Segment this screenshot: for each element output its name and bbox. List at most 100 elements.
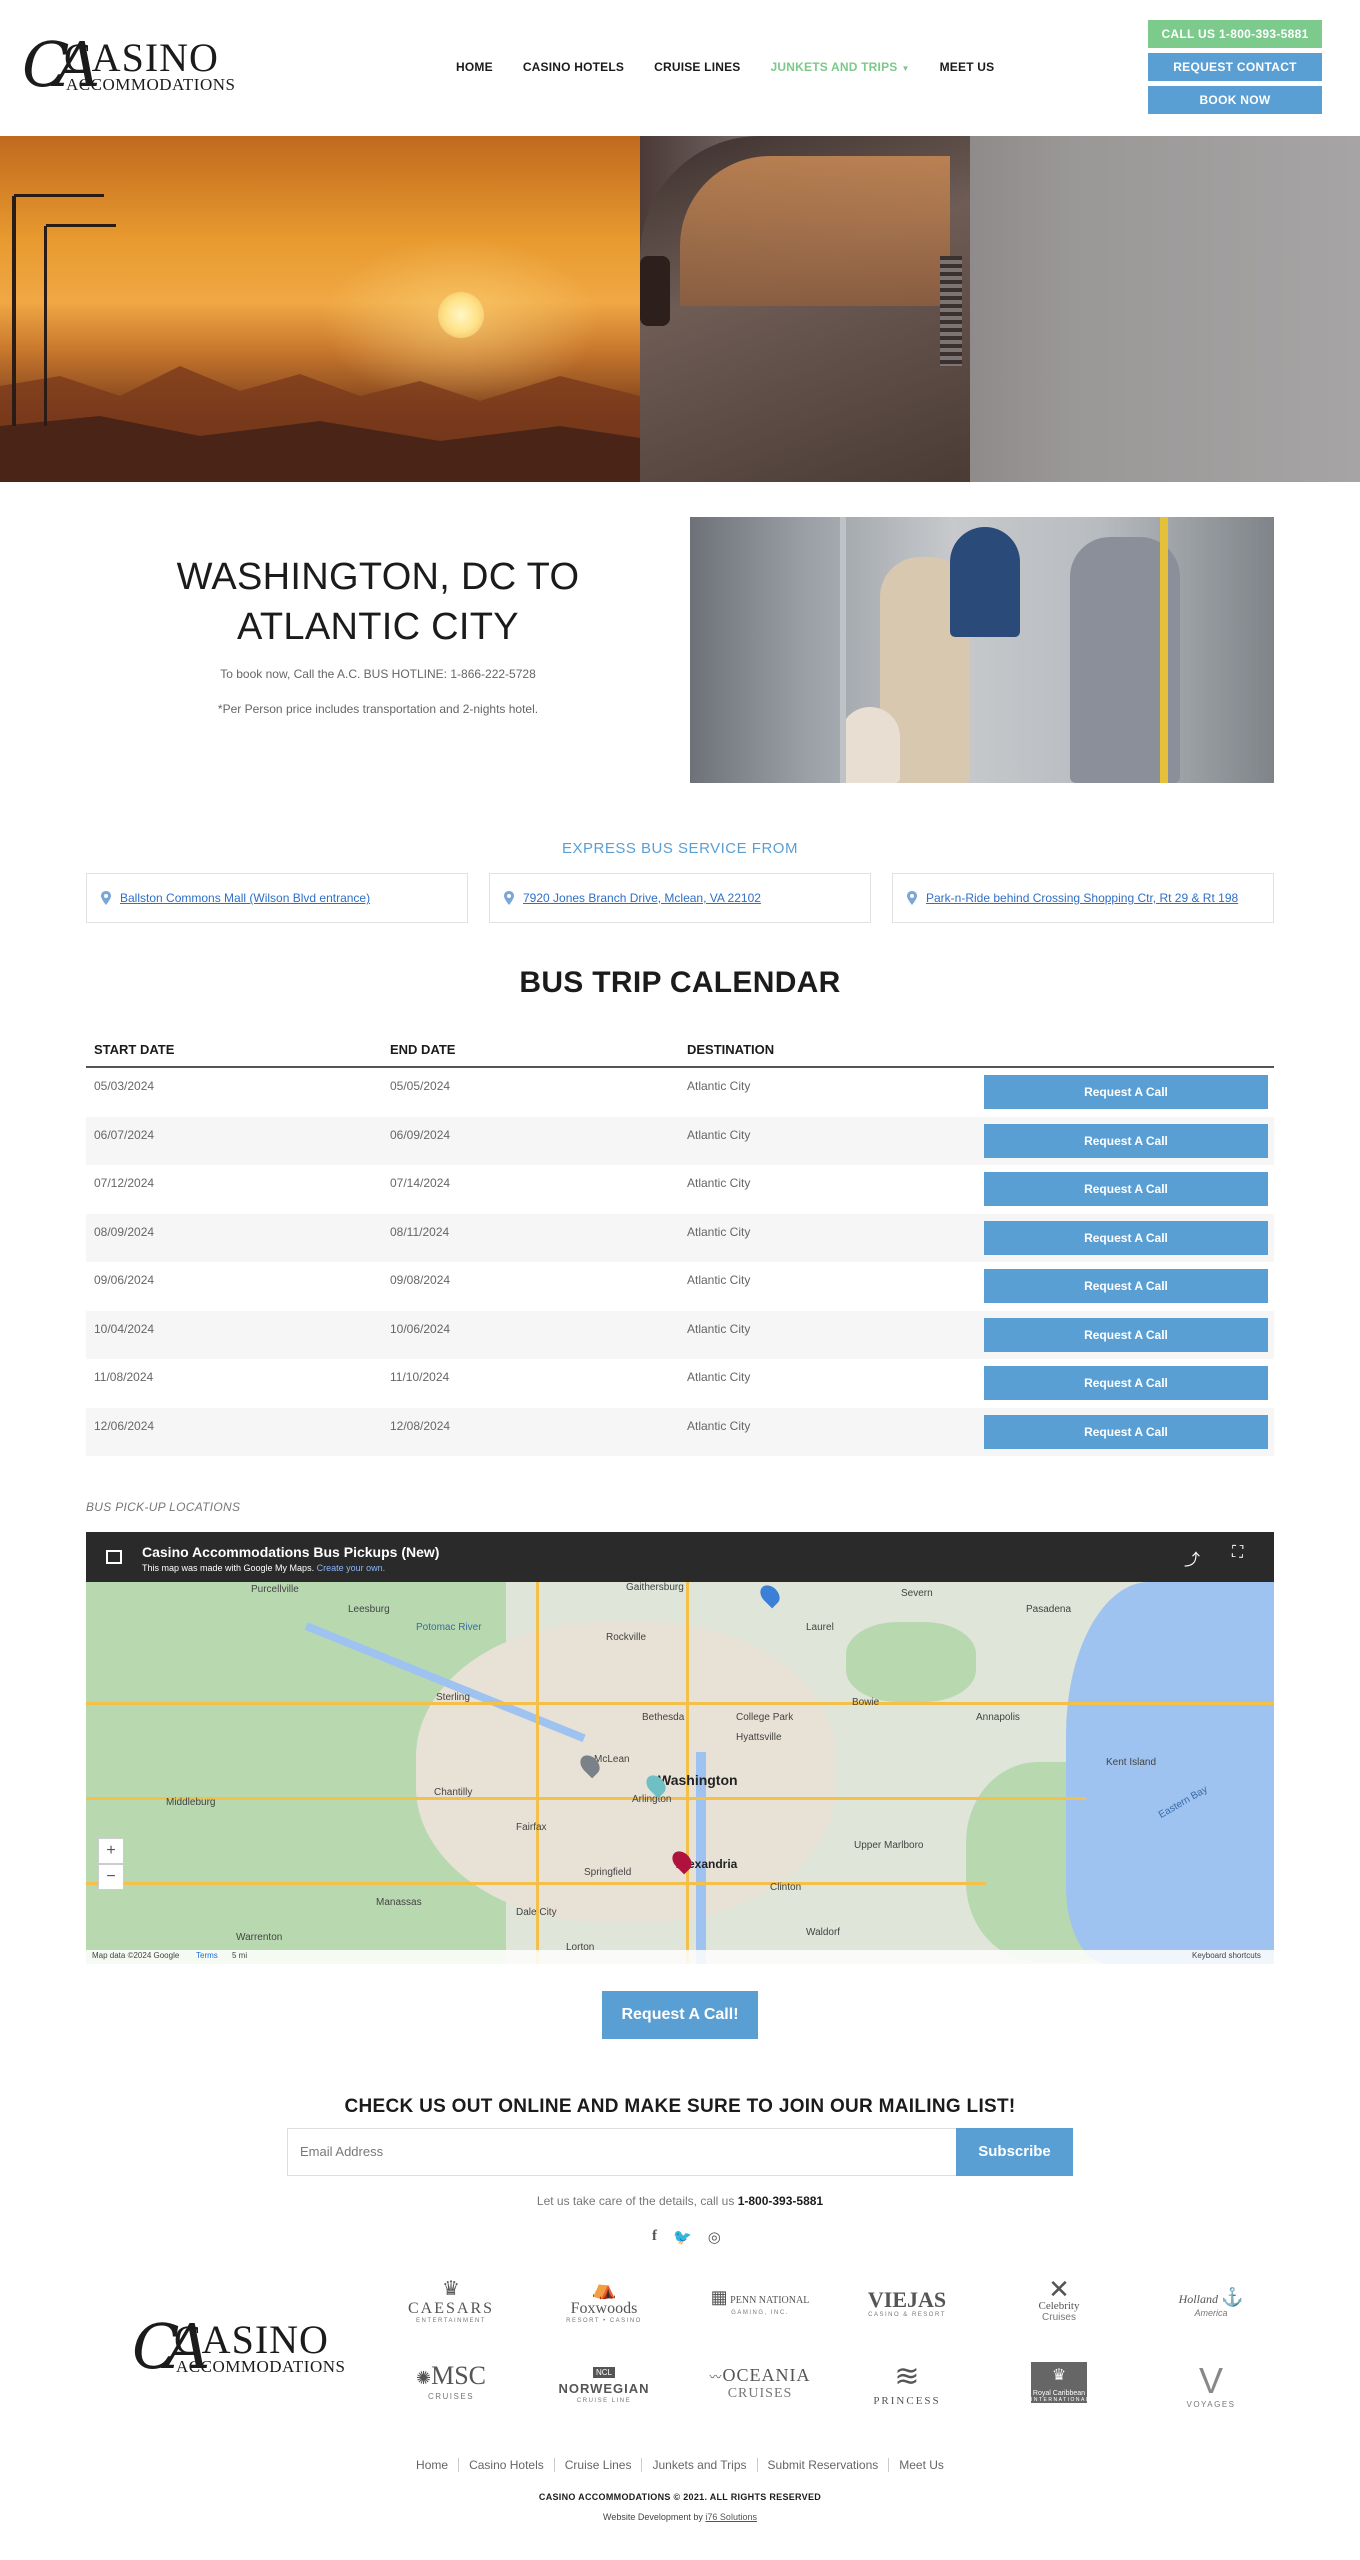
- bus-mirror: [640, 256, 670, 326]
- partner-name: Royal Caribbean: [1031, 2390, 1087, 2397]
- footer-link-submit-reservations[interactable]: Submit Reservations: [757, 2458, 890, 2472]
- map-place-label: Washington: [658, 1772, 738, 1788]
- partner-logo-caesars[interactable]: ♛ CAESARS ENTERTAINMENT: [396, 2278, 506, 2334]
- zoom-out-button[interactable]: −: [98, 1864, 124, 1890]
- copyright: CASINO ACCOMMODATIONS © 2021. ALL RIGHTS…: [538, 2492, 822, 2502]
- book-now-button[interactable]: BOOK NOW: [1148, 86, 1322, 114]
- main-nav: HOME CASINO HOTELS CRUISE LINES JUNKETS …: [456, 60, 1024, 74]
- partner-logo-virgin-voyages[interactable]: V VOYAGES: [1156, 2362, 1266, 2418]
- request-a-call-button[interactable]: Request A Call: [984, 1269, 1268, 1303]
- partner-logo-princess[interactable]: ≋ PRINCESS: [852, 2362, 962, 2418]
- map-legend-toggle-icon[interactable]: [106, 1550, 122, 1564]
- footer-link-home[interactable]: Home: [406, 2458, 460, 2472]
- table-row: 06/07/2024 06/09/2024 Atlantic City Requ…: [86, 1116, 1274, 1165]
- map-terms-link[interactable]: Terms: [196, 1951, 218, 1960]
- developer-credit: Website Development by i76 Solutions: [0, 2512, 1360, 2522]
- request-a-call-button[interactable]: Request A Call: [984, 1172, 1268, 1206]
- request-a-call-button[interactable]: Request A Call: [984, 1414, 1268, 1449]
- partner-logo-penn-national[interactable]: ▦ PENN NATIONAL GAMING, INC.: [700, 2288, 820, 2344]
- footer-link-casino-hotels[interactable]: Casino Hotels: [459, 2458, 555, 2472]
- partner-name: Celebrity: [1038, 2300, 1080, 2312]
- request-a-call-button[interactable]: Request A Call: [984, 1075, 1268, 1109]
- map-place-label: Annapolis: [976, 1712, 1020, 1723]
- start-date-cell: 07/12/2024: [94, 1176, 155, 1190]
- share-icon[interactable]: ⤴: [1184, 1546, 1200, 1570]
- partner-logo-celebrity[interactable]: ✕ Celebrity Cruises: [1004, 2274, 1114, 2334]
- embedded-google-map[interactable]: Casino Accommodations Bus Pickups (New) …: [86, 1532, 1274, 1964]
- footer-link-meet-us[interactable]: Meet Us: [889, 2458, 954, 2472]
- end-date-cell: 05/05/2024: [390, 1079, 451, 1093]
- request-a-call-cta-button[interactable]: Request A Call!: [602, 1991, 758, 2039]
- map-place-label: Sterling: [436, 1692, 470, 1703]
- nav-home[interactable]: HOME: [456, 60, 493, 74]
- hero-image: [0, 136, 1360, 482]
- foxwoods-icon: ⛺: [591, 2278, 617, 2300]
- mailing-phone[interactable]: 1-800-393-5881: [738, 2194, 823, 2208]
- partner-logo-foxwoods[interactable]: ⛺ Foxwoods RESORT • CASINO: [549, 2278, 659, 2334]
- logo-accommodations: ACCOMMODATIONS: [66, 75, 236, 94]
- partner-logo-norwegian[interactable]: NCL NORWEGIAN CRUISE LINE: [549, 2362, 659, 2418]
- partner-name: PRINCESS: [873, 2395, 941, 2407]
- site-logo[interactable]: CA CASINO ACCOMMODATIONS: [22, 34, 235, 98]
- partner-subname: INTERNATIONAL: [1031, 2397, 1091, 2403]
- chesapeake-bay: [1066, 1582, 1274, 1964]
- fullscreen-icon[interactable]: ⛶: [1232, 1544, 1243, 1562]
- end-date-cell: 06/09/2024: [390, 1127, 451, 1142]
- partner-logo-oceania[interactable]: 〰OCEANIA CRUISES: [700, 2366, 820, 2422]
- map-place-label: Waldorf: [806, 1927, 841, 1938]
- footer-link-junkets-and-trips[interactable]: Junkets and Trips: [642, 2458, 758, 2472]
- map-canvas[interactable]: Gaithersburg Leesburg Purcellville Potom…: [86, 1581, 1274, 1964]
- pickup-location-link[interactable]: Ballston Commons Mall (Wilson Blvd entra…: [120, 891, 370, 905]
- nav-junkets-and-trips[interactable]: JUNKETS AND TRIPS ▼: [771, 60, 910, 74]
- request-contact-button[interactable]: REQUEST CONTACT: [1148, 53, 1322, 81]
- map-place-label: Kent Island: [1106, 1757, 1157, 1768]
- facebook-icon[interactable]: f: [652, 2228, 657, 2246]
- street-lamp: [12, 196, 16, 426]
- request-a-call-button[interactable]: Request A Call: [984, 1317, 1268, 1352]
- footer-link-cruise-lines[interactable]: Cruise Lines: [554, 2458, 643, 2472]
- partner-logo-holland-america[interactable]: Holland ⚓ America: [1156, 2288, 1266, 2344]
- holland-icon: ⚓: [1220, 2287, 1244, 2307]
- pickup-location-link[interactable]: 7920 Jones Branch Drive, Mclean, VA 2210…: [523, 891, 761, 905]
- call-us-button[interactable]: CALL US 1-800-393-5881: [1148, 20, 1322, 48]
- partner-subname: CRUISES: [727, 2386, 793, 2401]
- nav-casino-hotels[interactable]: CASINO HOTELS: [523, 60, 624, 74]
- partner-name: VIEJAS: [867, 2287, 947, 2312]
- bus-pickup-marker[interactable]: [756, 1581, 784, 1609]
- partner-logo-royal-caribbean[interactable]: ♛ Royal Caribbean INTERNATIONAL: [1004, 2362, 1114, 2418]
- end-date-cell: 11/10/2024: [390, 1370, 450, 1384]
- create-map-link[interactable]: Create your own.: [317, 1563, 386, 1573]
- table-row: 09/06/2024 09/08/2024 Atlantic City Requ…: [86, 1262, 1274, 1311]
- email-input[interactable]: Email Address: [287, 2128, 957, 2176]
- map-pin-icon: [907, 891, 917, 905]
- instagram-icon[interactable]: ◎: [708, 2228, 721, 2246]
- map-zoom-controls: + −: [98, 1838, 124, 1890]
- subscribe-button[interactable]: Subscribe: [956, 2128, 1073, 2176]
- request-a-call-button[interactable]: Request A Call: [984, 1366, 1268, 1400]
- keyboard-shortcuts-link[interactable]: Keyboard shortcuts: [1192, 1951, 1261, 1960]
- start-date-cell: 10/04/2024: [94, 1321, 155, 1336]
- zoom-in-button[interactable]: +: [98, 1838, 124, 1864]
- pickup-location-link[interactable]: Park-n-Ride behind Crossing Shopping Ctr…: [926, 891, 1238, 905]
- request-a-call-button[interactable]: Request A Call: [984, 1220, 1268, 1255]
- table-row: 11/08/2024 11/10/2024 Atlantic City Requ…: [86, 1359, 1274, 1408]
- street-lamp-arm: [14, 194, 104, 197]
- nav-meet-us[interactable]: MEET US: [940, 60, 995, 74]
- express-heading: EXPRESS BUS SERVICE FROM: [562, 840, 798, 857]
- footer-logo[interactable]: CA CASINO ACCOMMODATIONS: [132, 2316, 345, 2380]
- twitter-icon[interactable]: 🐦: [673, 2228, 692, 2246]
- nav-cruise-lines[interactable]: CRUISE LINES: [654, 60, 740, 74]
- map-place-label: Manassas: [376, 1897, 422, 1908]
- partner-logo-msc[interactable]: ✺MSC CRUISES: [396, 2362, 506, 2418]
- logo-casino: CASINO: [174, 2317, 329, 2362]
- partner-logo-viejas[interactable]: VIEJAS CASINO & RESORT: [852, 2288, 962, 2344]
- map-scale: 5 mi: [232, 1951, 248, 1960]
- start-date-cell: 06/07/2024: [94, 1127, 155, 1142]
- map-place-label: College Park: [736, 1712, 794, 1723]
- table-row: 07/12/2024 07/14/2024 Atlantic City Requ…: [86, 1165, 1274, 1214]
- end-date-cell: 10/06/2024: [390, 1321, 451, 1336]
- map-place-label: Purcellville: [251, 1584, 299, 1595]
- developer-link[interactable]: i76 Solutions: [705, 2512, 757, 2522]
- celebrity-x-icon: ✕: [1048, 2274, 1070, 2304]
- request-a-call-button[interactable]: Request A Call: [984, 1123, 1268, 1158]
